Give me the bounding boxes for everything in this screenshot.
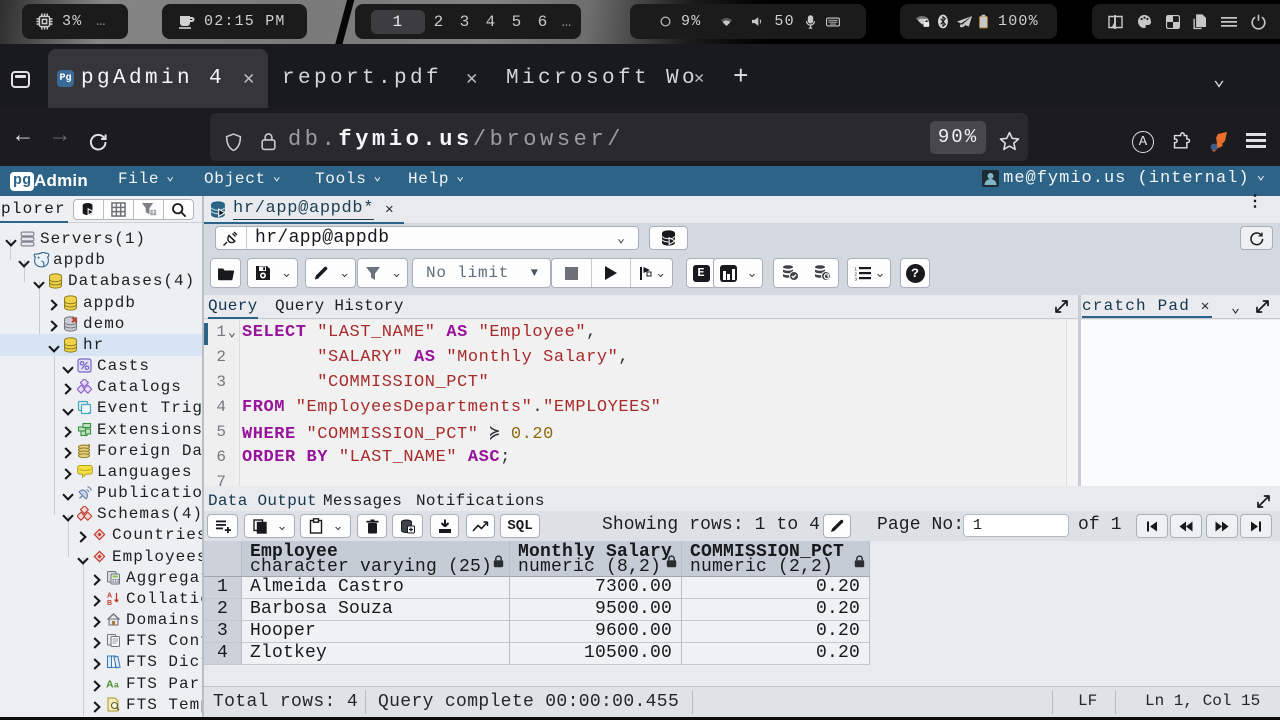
svg-text:B: B (107, 600, 113, 606)
svg-text:3: 3 (855, 276, 858, 281)
svg-text:A: A (107, 593, 113, 600)
svg-text:a: a (114, 680, 120, 690)
